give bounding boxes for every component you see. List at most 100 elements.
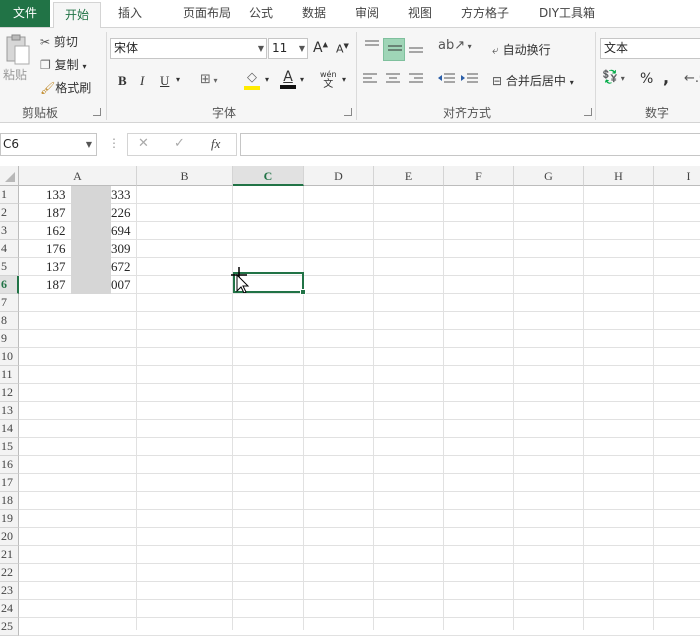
font-size-combo[interactable]: 11 ▼	[268, 38, 308, 59]
column-header-h[interactable]: H	[584, 166, 654, 186]
font-color-button[interactable]: A	[280, 69, 296, 89]
column-header-a[interactable]: A	[19, 166, 137, 186]
wrap-text-button[interactable]: ⤶ 自动换行	[492, 41, 551, 58]
row-header-25[interactable]: 25	[0, 618, 19, 636]
chevron-down-icon[interactable]: ▼	[299, 39, 305, 58]
paste-label[interactable]: 粘贴	[3, 66, 27, 83]
bold-button[interactable]: B	[118, 73, 127, 89]
chevron-down-icon[interactable]: ▾	[300, 75, 304, 84]
number-format-combo[interactable]: 文本	[600, 38, 700, 59]
row-header-22[interactable]: 22	[0, 564, 19, 582]
column-header-i[interactable]: I	[654, 166, 700, 186]
column-header-g[interactable]: G	[514, 166, 584, 186]
cell-a1[interactable]: 133 333	[19, 186, 137, 204]
align-middle-button[interactable]	[383, 38, 405, 61]
insert-function-icon[interactable]: fx	[211, 136, 220, 152]
orientation-button[interactable]: ab↗ ▾	[438, 38, 472, 53]
format-painter-button[interactable]: 🖌格式刷	[40, 79, 91, 96]
underline-button[interactable]: U	[160, 73, 169, 89]
row-header-16[interactable]: 16	[0, 456, 19, 474]
chevron-down-icon[interactable]: ▾	[176, 75, 180, 84]
column-header-d[interactable]: D	[304, 166, 374, 186]
row-header-2[interactable]: 2	[0, 204, 19, 222]
row-header-6[interactable]: 6	[0, 276, 19, 294]
row-header-20[interactable]: 20	[0, 528, 19, 546]
column-gridline	[443, 186, 444, 630]
row-header-5[interactable]: 5	[0, 258, 19, 276]
shrink-font-button[interactable]: A▼	[336, 42, 349, 56]
align-top-button[interactable]	[362, 38, 382, 60]
tab-file[interactable]: 文件	[0, 0, 50, 27]
row-header-17[interactable]: 17	[0, 474, 19, 492]
row-header-10[interactable]: 10	[0, 348, 19, 366]
cut-button[interactable]: ✂ 剪切	[40, 33, 78, 50]
cell-a6[interactable]: 187 007	[19, 276, 137, 294]
align-right-button[interactable]	[408, 72, 424, 89]
chevron-down-icon[interactable]: ▾	[342, 75, 346, 84]
select-all-corner[interactable]	[0, 166, 19, 186]
tab-insert[interactable]: 插入	[108, 0, 152, 27]
grow-font-button[interactable]: A▲	[313, 40, 328, 56]
font-launcher-icon[interactable]	[344, 108, 352, 116]
font-name-combo[interactable]: 宋体 ▼	[110, 38, 267, 59]
row-header-23[interactable]: 23	[0, 582, 19, 600]
fill-handle[interactable]	[300, 289, 306, 295]
cell-a5[interactable]: 137 672	[19, 258, 137, 276]
row-header-4[interactable]: 4	[0, 240, 19, 258]
row-header-14[interactable]: 14	[0, 420, 19, 438]
tab-formulas[interactable]: 公式	[240, 0, 282, 27]
row-header-11[interactable]: 11	[0, 366, 19, 384]
percent-button[interactable]: %	[640, 71, 653, 87]
name-box[interactable]: C6 ▼	[0, 133, 97, 156]
row-header-18[interactable]: 18	[0, 492, 19, 510]
copy-button[interactable]: ❐ 复制 ▾	[40, 56, 86, 73]
column-header-b[interactable]: B	[137, 166, 233, 186]
tab-diy-toolbox[interactable]: DIY工具箱	[530, 0, 604, 27]
cell-a4[interactable]: 176 309	[19, 240, 137, 258]
phonetic-button[interactable]: wén 文	[320, 70, 337, 90]
row-header-13[interactable]: 13	[0, 402, 19, 420]
chevron-down-icon[interactable]: ▾	[265, 75, 269, 84]
align-center-button[interactable]	[385, 72, 401, 89]
formula-input[interactable]	[240, 133, 700, 156]
row-header-9[interactable]: 9	[0, 330, 19, 348]
align-bottom-button[interactable]	[406, 38, 426, 60]
tab-data[interactable]: 数据	[292, 0, 336, 27]
decrease-indent-button[interactable]	[438, 72, 456, 89]
row-header-3[interactable]: 3	[0, 222, 19, 240]
currency-format-button[interactable]: 💱 ▾	[602, 70, 625, 85]
row-header-15[interactable]: 15	[0, 438, 19, 456]
cancel-icon[interactable]: ✕	[138, 136, 149, 151]
increase-indent-button[interactable]	[461, 72, 479, 89]
tab-page-layout[interactable]: 页面布局	[162, 0, 252, 27]
merge-center-button[interactable]: ⊟ 合并后居中 ▾	[492, 72, 574, 89]
row-header-21[interactable]: 21	[0, 546, 19, 564]
worksheet-grid[interactable]: ABCDEFGHI 1 2 3 4 5 6 7 8 9 10 11 12 13 14 15 16 17 18 19 2…	[0, 162, 700, 636]
chevron-down-icon[interactable]: ▼	[258, 39, 264, 58]
row-header-24[interactable]: 24	[0, 600, 19, 618]
column-header-c[interactable]: C	[233, 166, 304, 186]
enter-icon[interactable]: ✓	[174, 136, 185, 151]
tab-review[interactable]: 审阅	[345, 0, 389, 27]
cell-a3[interactable]: 162 694	[19, 222, 137, 240]
column-header-f[interactable]: F	[444, 166, 514, 186]
chevron-down-icon[interactable]: ▼	[86, 134, 92, 155]
row-header-19[interactable]: 19	[0, 510, 19, 528]
tab-view[interactable]: 视图	[398, 0, 442, 27]
align-left-button[interactable]	[362, 72, 378, 89]
clipboard-launcher-icon[interactable]	[93, 108, 101, 116]
row-header-7[interactable]: 7	[0, 294, 19, 312]
row-header-8[interactable]: 8	[0, 312, 19, 330]
cell-a2[interactable]: 187 226	[19, 204, 137, 222]
italic-button[interactable]: I	[140, 73, 144, 89]
fill-color-button[interactable]: ◇	[244, 70, 260, 90]
border-icon[interactable]: ⊞ ▾	[200, 72, 217, 87]
row-header-12[interactable]: 12	[0, 384, 19, 402]
increase-decimal-icon[interactable]: ←.0	[684, 71, 700, 86]
row-header-1[interactable]: 1	[0, 186, 19, 204]
column-header-e[interactable]: E	[374, 166, 444, 186]
comma-button[interactable]: ,	[663, 68, 669, 87]
alignment-launcher-icon[interactable]	[584, 108, 592, 116]
tab-fangfang[interactable]: 方方格子	[452, 0, 518, 27]
tab-home[interactable]: 开始	[53, 2, 101, 28]
